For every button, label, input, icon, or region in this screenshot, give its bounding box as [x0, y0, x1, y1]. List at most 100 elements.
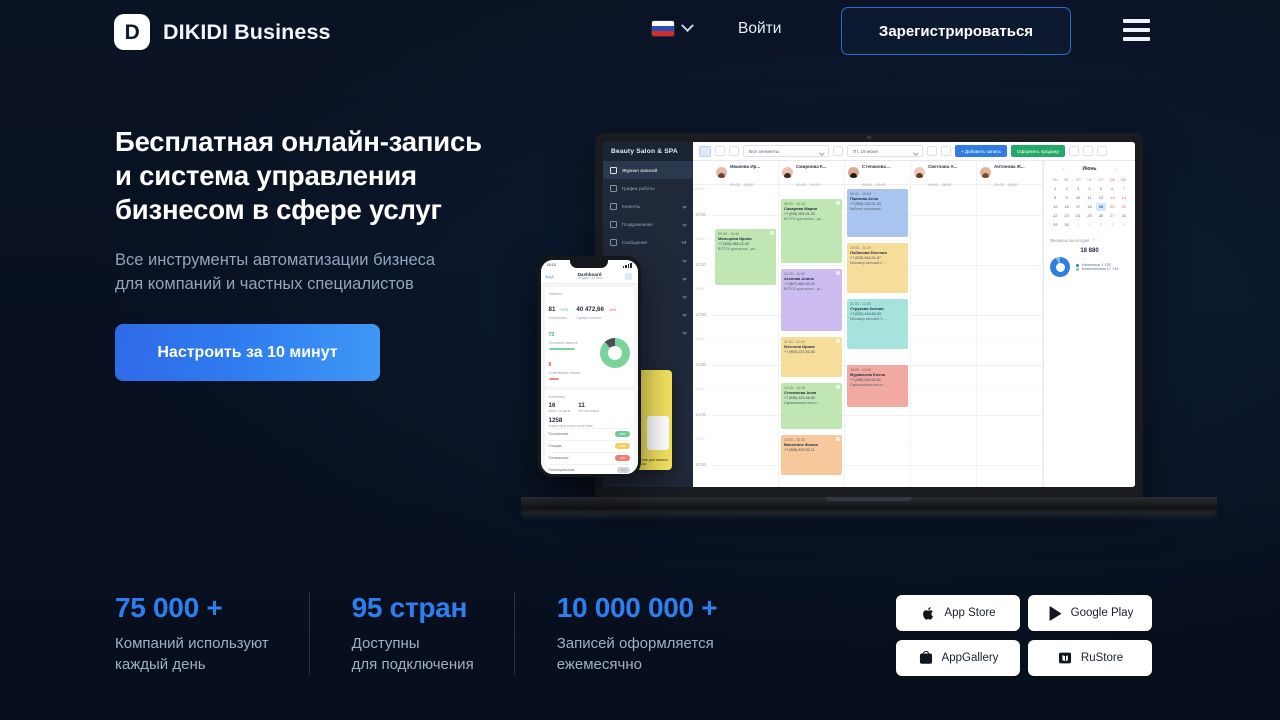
- calendar-day[interactable]: 12: [1096, 194, 1106, 202]
- calendar-day[interactable]: 26: [1096, 212, 1106, 220]
- calendar-day[interactable]: 9: [1061, 194, 1071, 202]
- date-picker[interactable]: Пт, 19 июня: [847, 145, 923, 157]
- calendar-day[interactable]: 5: [1096, 185, 1106, 193]
- calendar-day[interactable]: 24: [1073, 212, 1083, 220]
- appgallery-button[interactable]: AppGallery: [896, 640, 1020, 676]
- login-link[interactable]: Войти: [738, 20, 781, 38]
- list-item[interactable]: Потерянные 14%: [548, 451, 630, 464]
- calendar-day[interactable]: 8: [1050, 194, 1060, 202]
- stat-label: Доступны для подключения: [351, 635, 474, 673]
- staff-column[interactable]: Иванова Ир... 09:00 - 18:00: [713, 161, 779, 187]
- calendar-day[interactable]: 1: [1050, 185, 1060, 193]
- clients-metrics: 16 Всего за день 11 Из них новых: [549, 402, 630, 413]
- stats-icon[interactable]: [625, 273, 633, 280]
- mini-calendar-grid[interactable]: ПН ВТ СР ЧТ ПТ СБ ВС 1 2 3 4 5 6 7 8 9 1…: [1050, 176, 1129, 229]
- calendar-grid[interactable]: 09:30 10:00 10:30 11:00 11:30 12:00 12:3…: [693, 185, 1043, 487]
- calendar-day[interactable]: 22: [1050, 212, 1060, 220]
- calendar-day[interactable]: 13: [1107, 194, 1117, 202]
- brand-logo[interactable]: D DIKIDI Business: [114, 14, 331, 50]
- calendar-day[interactable]: 23: [1061, 212, 1071, 220]
- export-icon[interactable]: [1083, 146, 1094, 156]
- appointment-card[interactable]: 09:00 - 10:15 Сахарова Мария +7 (928) 90…: [781, 199, 842, 263]
- stat-item: 75 000 + Компаний используют каждый день: [115, 592, 309, 675]
- russian-flag-icon: [652, 21, 674, 36]
- appointment-card[interactable]: 13:15 - 14:15 Степанова Анна +7 (996) 61…: [781, 383, 842, 429]
- info-icon[interactable]: ⓘ: [1092, 237, 1096, 243]
- calendar-day[interactable]: 11: [1084, 194, 1094, 202]
- appointment-card[interactable]: 10:00 - 11:20 Лобанова Евгения +7 (925) …: [847, 243, 908, 293]
- list-item[interactable]: Потенциальные 6%: [548, 463, 630, 474]
- appointment-card[interactable]: 11:00 - 12:00 Жестина Ирина +7 (953) 237…: [781, 337, 842, 377]
- staff-column[interactable]: Антонова Ж... 10:00 - 18:00: [977, 161, 1043, 187]
- staff-column[interactable]: Светлана А... 09:00 - 18:00: [911, 161, 977, 187]
- time-label: 12:00: [695, 312, 706, 317]
- hamburger-menu-icon[interactable]: [1123, 19, 1150, 41]
- google-play-button[interactable]: Google Play: [1028, 595, 1152, 631]
- filter-select[interactable]: Все элементы: [743, 145, 829, 157]
- appointment-card[interactable]: 09:25 - 10:40 Мальцева Ирина +7 (928) 98…: [715, 229, 776, 285]
- calendar-day[interactable]: 27: [1107, 212, 1117, 220]
- weekday-label: ЧТ: [1087, 178, 1092, 182]
- calendar-day[interactable]: 3: [1096, 221, 1106, 229]
- rustore-button[interactable]: RuStore: [1028, 640, 1152, 676]
- appointment-card[interactable]: 10:15 - 11:00 Агапова Алина +7 (847) 861…: [781, 269, 842, 331]
- calendar-day[interactable]: 1: [1073, 221, 1083, 229]
- calendar-day[interactable]: 16: [1061, 203, 1071, 211]
- sidebar-item-schedule[interactable]: График работы: [603, 179, 693, 197]
- more-options-icon[interactable]: [1097, 146, 1108, 156]
- calendar-day[interactable]: 3: [1073, 185, 1083, 193]
- back-button[interactable]: Ещё: [546, 274, 554, 279]
- calendar-day[interactable]: 14: [1119, 194, 1129, 202]
- staff-column[interactable]: Степанова ... 09:00 - 19:00: [845, 161, 911, 187]
- appointment-service: Кабинет маникюра...: [850, 206, 884, 211]
- language-selector[interactable]: [652, 19, 694, 36]
- calendar-day[interactable]: 6: [1107, 185, 1117, 193]
- view-grid-button[interactable]: [699, 145, 711, 157]
- calendar-day-selected[interactable]: 19: [1095, 203, 1107, 211]
- app-company-name: Beauty Salon & SPA: [603, 142, 693, 161]
- avatar: [848, 167, 859, 178]
- next-month-icon[interactable]: →: [1112, 166, 1117, 172]
- prev-month-icon[interactable]: ←: [1062, 166, 1067, 172]
- calendar-day[interactable]: 7: [1119, 185, 1129, 193]
- calendar-day[interactable]: 4: [1084, 185, 1094, 193]
- setup-cta-button[interactable]: Настроить за 10 минут: [115, 324, 380, 381]
- sidebar-item-clients[interactable]: Клиенты: [603, 197, 693, 215]
- calendar-day[interactable]: 4: [1107, 221, 1117, 229]
- calendar-day[interactable]: 15: [1050, 203, 1060, 211]
- calendar-day[interactable]: 30: [1061, 221, 1071, 229]
- sidebar-item-label: Журнал записей: [622, 167, 658, 173]
- calendar-day[interactable]: 21: [1119, 203, 1129, 211]
- appointment-card[interactable]: 09:00 - 10:00 Павлова Анна +7 (909) 222-…: [847, 189, 908, 237]
- sidebar-item-messages[interactable]: Сообщения +4: [603, 233, 693, 251]
- appointment-phone: +7 (965) 870-02-11: [784, 447, 815, 452]
- view-list-button[interactable]: [715, 146, 725, 156]
- print-icon[interactable]: [1069, 146, 1080, 156]
- list-item[interactable]: Постоянные 58%: [548, 427, 630, 440]
- calendar-day[interactable]: 18: [1084, 203, 1094, 211]
- calendar-day[interactable]: 2: [1084, 221, 1094, 229]
- legend-dot: [1076, 267, 1079, 271]
- calendar-day[interactable]: 5: [1119, 221, 1129, 229]
- appgallery-bag-icon: [918, 650, 935, 667]
- staff-column[interactable]: Смирнова К... 10:00 - 19:00: [779, 161, 845, 187]
- promo-text: ...ное для вашего ...са: [639, 457, 669, 467]
- brand-name: DIKIDI Business: [163, 19, 331, 44]
- calendar-day[interactable]: 10: [1073, 194, 1083, 202]
- calendar-day[interactable]: 20: [1107, 203, 1117, 211]
- finance-amount: 18 880: [1080, 248, 1099, 254]
- app-store-button[interactable]: App Store: [896, 595, 1020, 631]
- sidebar-item-journal[interactable]: Журнал записей: [603, 161, 693, 179]
- appointment-card[interactable]: 14:30 - 15:30 Васютина Жанна +7 (965) 87…: [781, 435, 842, 475]
- list-item[interactable]: Спящие 22%: [548, 439, 630, 452]
- appointment-card[interactable]: 11:30 - 13:00 Струкова Ксения +7 (932) 4…: [847, 299, 908, 349]
- calendar-day[interactable]: 2: [1061, 185, 1071, 193]
- calendar-day[interactable]: 17: [1073, 203, 1083, 211]
- sidebar-item-greetings[interactable]: Поздравления: [603, 215, 693, 233]
- signup-button[interactable]: Зарегистрироваться: [841, 7, 1071, 55]
- appointment-card[interactable]: 13:00 - 14:00 Муравьева Елена +7 (499) 5…: [847, 365, 908, 407]
- calendar-day[interactable]: 25: [1084, 212, 1094, 220]
- calendar-area: Иванова Ир... 09:00 - 18:00 Смирнова К..…: [693, 161, 1043, 487]
- calendar-day[interactable]: 29: [1050, 221, 1060, 229]
- calendar-day[interactable]: 28: [1119, 212, 1129, 220]
